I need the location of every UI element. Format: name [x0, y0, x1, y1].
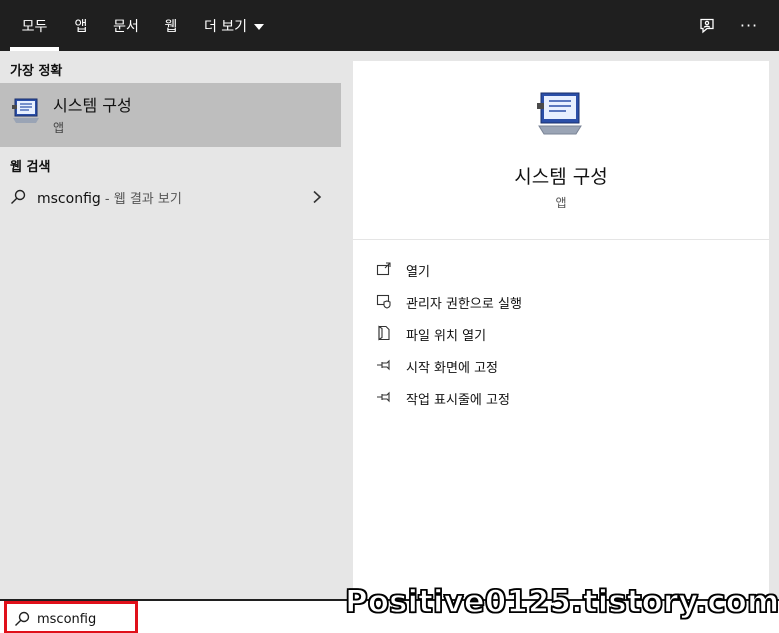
system-config-icon — [12, 98, 39, 123]
app-title: 시스템 구성 — [514, 166, 608, 188]
tab-documents[interactable]: 문서 — [108, 0, 144, 51]
web-result-suffix: - 웹 결과 보기 — [100, 192, 182, 207]
tab-apps[interactable]: 앱 — [66, 0, 96, 51]
tab-apps-label: 앱 — [74, 18, 88, 35]
app-type: 앱 — [555, 196, 567, 210]
search-icon — [11, 189, 26, 204]
action-run-as-admin-label: 관리자 권한으로 실행 — [406, 297, 522, 312]
tab-web[interactable]: 웹 — [156, 0, 186, 51]
search-box-highlight[interactable] — [4, 601, 138, 633]
search-input[interactable] — [37, 610, 132, 628]
tab-more[interactable]: 더 보기 — [198, 0, 270, 51]
action-run-as-admin[interactable]: 관리자 권한으로 실행 — [353, 286, 769, 316]
pin-taskbar-icon — [377, 391, 390, 403]
more-icon[interactable]: ··· — [729, 0, 769, 51]
search-icon — [15, 611, 30, 626]
action-open-label: 열기 — [406, 265, 430, 280]
tab-web-label: 웹 — [164, 18, 178, 35]
tab-documents-label: 문서 — [113, 18, 139, 35]
tab-more-label: 더 보기 — [203, 18, 248, 35]
file-location-icon — [378, 325, 390, 341]
web-result-text: msconfig - 웹 결과 보기 — [37, 188, 182, 207]
admin-shield-icon — [376, 294, 391, 309]
watermark: Positive0125.tistory.com — [344, 583, 779, 621]
results-list: 가장 정확 시스템 구성 앱 웹 검색 msconfig - 웹 결과 보기 — [0, 51, 341, 599]
chevron-down-icon — [254, 23, 265, 30]
web-search-heading: 웹 검색 — [10, 160, 51, 175]
best-match-type: 앱 — [53, 121, 65, 135]
top-nav-bar: 모두 앱 문서 웹 더 보기 ··· — [0, 0, 779, 51]
best-match-item[interactable]: 시스템 구성 앱 — [0, 83, 341, 147]
action-pin-to-taskbar[interactable]: 작업 표시줄에 고정 — [353, 382, 769, 412]
web-result-query: msconfig — [37, 191, 101, 207]
action-pin-to-taskbar-label: 작업 표시줄에 고정 — [406, 393, 510, 408]
more-dots-glyph: ··· — [739, 16, 759, 35]
tab-all-label: 모두 — [21, 18, 48, 35]
best-match-name: 시스템 구성 — [53, 96, 132, 115]
action-pin-to-start[interactable]: 시작 화면에 고정 — [353, 350, 769, 380]
pin-start-icon — [377, 359, 390, 371]
action-open-file-location-label: 파일 위치 열기 — [406, 329, 487, 344]
web-result-item[interactable]: msconfig - 웹 결과 보기 — [0, 180, 341, 214]
action-open[interactable]: 열기 — [353, 254, 769, 284]
action-open-file-location[interactable]: 파일 위치 열기 — [353, 318, 769, 348]
feedback-icon[interactable] — [687, 0, 727, 51]
chevron-right-icon — [313, 190, 322, 204]
action-pin-to-start-label: 시작 화면에 고정 — [406, 361, 498, 376]
best-match-heading: 가장 정확 — [10, 64, 63, 79]
system-config-icon — [537, 92, 582, 135]
preview-pane: 시스템 구성 앱 열기 관리자 권한으로 실행 파일 위치 열기 시작 화면에 … — [353, 61, 769, 599]
divider — [353, 239, 769, 240]
open-icon — [376, 262, 391, 276]
tab-all[interactable]: 모두 — [10, 0, 59, 51]
